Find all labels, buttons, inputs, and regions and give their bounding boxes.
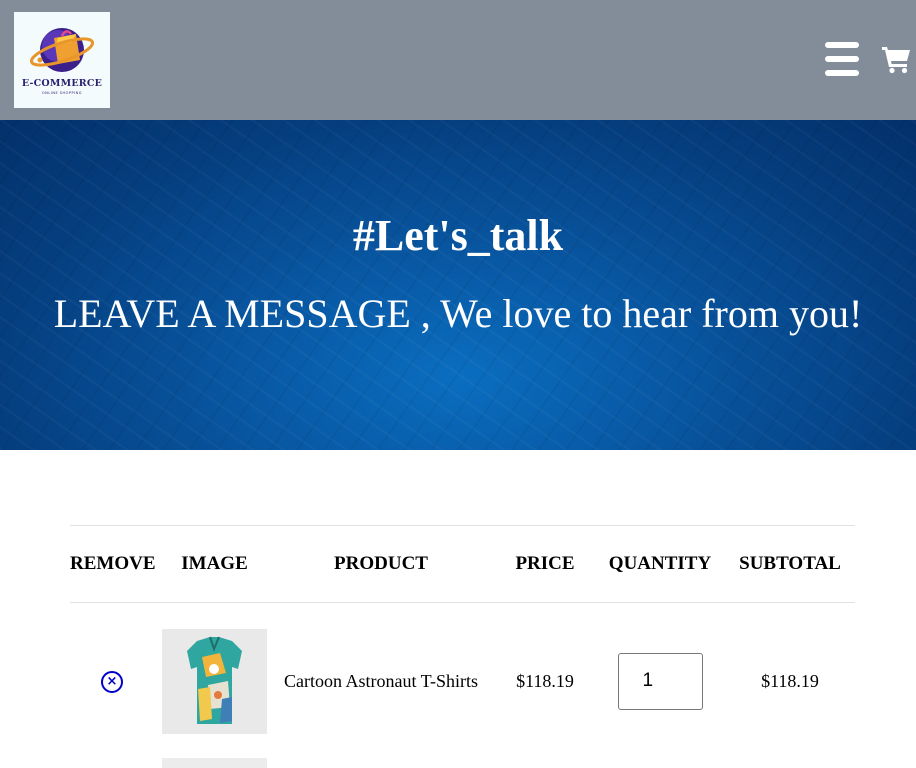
logo-brand-text: E-COMMERCE [21, 78, 103, 89]
next-product-image[interactable] [162, 758, 267, 768]
remove-circle-icon[interactable]: × [101, 671, 123, 693]
cart-section: REMOVE IMAGE PRODUCT PRICE QUANTITY SUBT… [70, 525, 855, 768]
product-subtotal: $118.19 [761, 670, 819, 691]
product-image[interactable] [162, 628, 267, 734]
column-header-image: IMAGE [181, 553, 248, 574]
cart-table: REMOVE IMAGE PRODUCT PRICE QUANTITY SUBT… [70, 525, 855, 759]
logo-tagline-text: ONLINE SHOPPING [42, 91, 82, 95]
product-name: Cartoon Astronaut T-Shirts [283, 670, 478, 691]
column-header-quantity: QUANTITY [608, 553, 712, 574]
column-header-price: PRICE [515, 553, 575, 574]
shopping-cart-icon[interactable] [881, 44, 911, 74]
hero-banner: #Let's_talk LEAVE A MESSAGE , We love to… [0, 120, 916, 450]
image-cell [162, 603, 267, 760]
hamburger-menu-icon[interactable] [825, 42, 861, 76]
quantity-input[interactable] [617, 652, 703, 710]
cart-header-row: REMOVE IMAGE PRODUCT PRICE QUANTITY SUBT… [70, 525, 855, 603]
column-header-subtotal: SUBTOTAL [739, 553, 841, 574]
column-header-remove: REMOVE [70, 553, 156, 574]
column-header-product: PRODUCT [334, 553, 428, 574]
site-header: E-COMMERCE ONLINE SHOPPING [0, 0, 916, 120]
shirt-icon [187, 636, 242, 724]
quantity-cell [595, 603, 725, 760]
remove-cell: × [70, 603, 162, 760]
site-logo[interactable]: E-COMMERCE ONLINE SHOPPING [14, 12, 110, 108]
hero-subtitle: LEAVE A MESSAGE , We love to hear from y… [53, 291, 863, 336]
hero-title: #Let's_talk [352, 211, 564, 260]
table-row: × Cartoon Astronaut T-Shirts $118.19 1 $… [70, 603, 855, 760]
product-price: $118.19 [516, 670, 574, 691]
